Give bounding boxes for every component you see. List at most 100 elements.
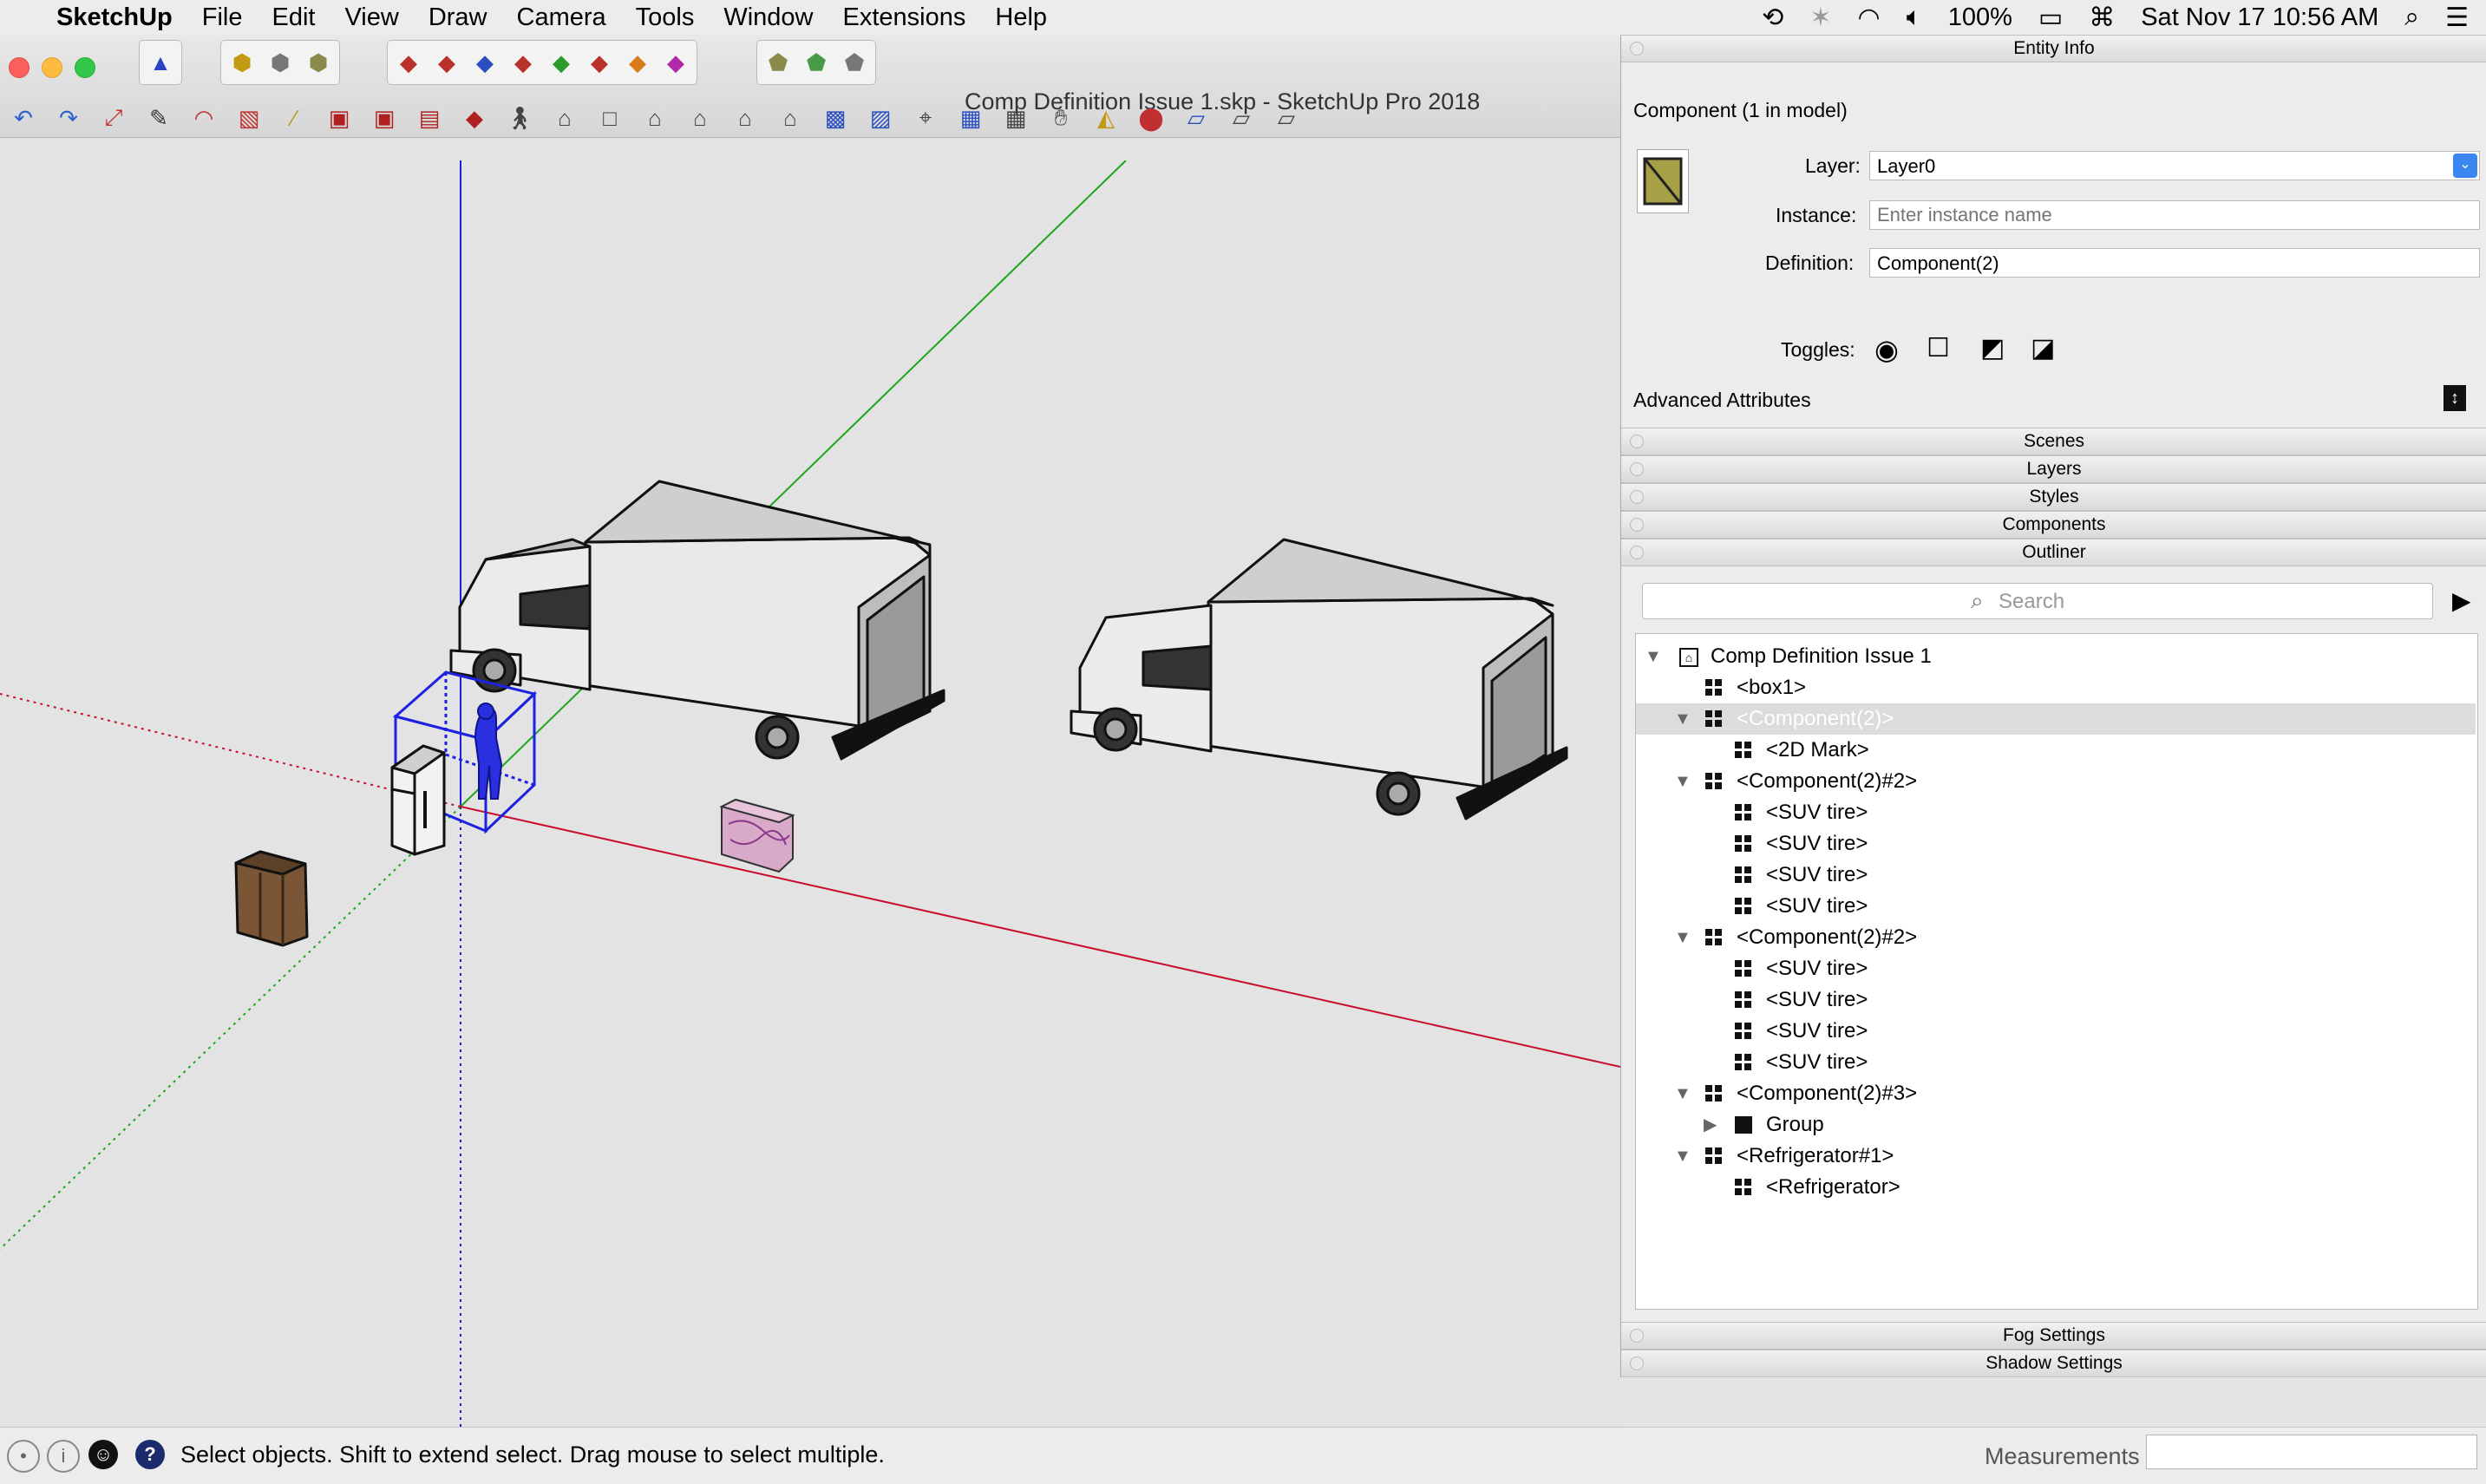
layers-tray-header[interactable]: Layers <box>1621 455 2486 483</box>
flip-edge-icon[interactable]: ◆ <box>620 45 655 80</box>
battery-icon[interactable]: ▭ <box>2038 3 2063 33</box>
view-front-icon[interactable]: ⌂ <box>638 101 671 134</box>
outliner-row[interactable]: <Refrigerator> <box>1636 1172 2476 1203</box>
outliner-row[interactable]: ▼ <Component(2)#2> <box>1636 766 2476 797</box>
3d-warehouse-icon[interactable]: ⬟ <box>761 45 795 80</box>
outliner-row[interactable]: ▶ Group <box>1636 1109 2476 1141</box>
outliner-row[interactable]: <SUV tire> <box>1636 1047 2476 1078</box>
model-viewport[interactable] <box>0 160 1620 1427</box>
clock[interactable]: Sat Nov 17 10:56 AM <box>2141 3 2378 32</box>
menu-draw[interactable]: Draw <box>414 0 502 35</box>
cabinet-component[interactable] <box>234 850 309 947</box>
stamp-icon[interactable]: ◆ <box>506 45 540 80</box>
instructor-help-icon[interactable]: ? <box>135 1440 165 1469</box>
section-display-icon[interactable]: ▦ <box>954 101 987 134</box>
expand-advanced-icon[interactable]: ↕ <box>2443 385 2466 411</box>
outliner-row[interactable]: <SUV tire> <box>1636 860 2476 891</box>
menu-tools[interactable]: Tools <box>621 0 710 35</box>
walk-icon[interactable]: 🚶︎ <box>503 101 536 134</box>
zoom-extents-icon[interactable]: ⤢ <box>97 101 130 134</box>
components-tray-header[interactable]: Components <box>1621 511 2486 539</box>
section-cut-icon[interactable]: ▦ <box>999 101 1032 134</box>
battery-percent[interactable]: 100% <box>1948 3 2012 32</box>
minimize-window-button[interactable] <box>42 57 62 78</box>
drape-icon[interactable]: ◆ <box>544 45 579 80</box>
view-top-icon[interactable]: □ <box>593 101 626 134</box>
outliner-row[interactable]: <SUV tire> <box>1636 1016 2476 1047</box>
collapsed-triangle-icon[interactable]: ▶ <box>1704 1109 1717 1141</box>
credits-icon[interactable]: i <box>47 1440 80 1473</box>
scenes-tray-header[interactable]: Scenes <box>1621 428 2486 455</box>
cast-shadows-icon[interactable]: ◪ <box>2031 333 2055 363</box>
outliner-row[interactable]: <SUV tire> <box>1636 953 2476 984</box>
style-shaded-icon[interactable]: ▱ <box>1270 101 1303 134</box>
outliner-row[interactable]: ▼ <Component(2)#3> <box>1636 1078 2476 1109</box>
app-menu[interactable]: SketchUp <box>42 0 187 35</box>
push-pull-icon[interactable]: ▣ <box>323 101 356 134</box>
sandbox-extra-icon[interactable]: ◆ <box>658 45 693 80</box>
expanded-triangle-icon[interactable]: ▼ <box>1645 641 1662 672</box>
outliner-search[interactable]: ⌕ Search <box>1642 583 2433 619</box>
outliner-row[interactable]: ▼ <Refrigerator#1> <box>1636 1141 2476 1172</box>
truck-2[interactable] <box>1070 538 1568 820</box>
menu-edit[interactable]: Edit <box>258 0 330 35</box>
spotlight-search-icon[interactable]: ⌕ <box>2404 3 2419 32</box>
keyboard-icon[interactable]: ⌘ <box>2089 3 2115 33</box>
outliner-row[interactable]: <SUV tire> <box>1636 828 2476 860</box>
eraser-icon[interactable]: ⬢ <box>301 45 336 80</box>
zoom-window-button[interactable] <box>75 57 95 78</box>
outliner-row[interactable]: ▼ ⌂ Comp Definition Issue 1 <box>1636 641 2476 672</box>
outliner-row[interactable]: ▼ <Component(2)> <box>1636 703 2476 735</box>
geo-location-icon[interactable]: • <box>7 1440 40 1473</box>
truck-1[interactable] <box>449 480 945 761</box>
refrigerator[interactable] <box>390 744 446 856</box>
view-right-icon[interactable]: ⌂ <box>684 101 716 134</box>
hand-icon[interactable]: ✋︎ <box>1044 101 1077 134</box>
entity-info-header[interactable]: Entity Info <box>1621 35 2486 62</box>
outliner-tray-header[interactable]: Outliner <box>1621 539 2486 566</box>
measurements-input[interactable] <box>2146 1435 2477 1469</box>
outliner-row[interactable]: <SUV tire> <box>1636 984 2476 1016</box>
view-back-icon[interactable]: ⌂ <box>729 101 762 134</box>
select-tool-icon[interactable]: ▲ <box>143 45 178 80</box>
menu-extensions[interactable]: Extensions <box>828 0 981 35</box>
close-window-button[interactable] <box>9 57 29 78</box>
menu-help[interactable]: Help <box>980 0 1062 35</box>
outliner-row[interactable]: <2D Mark> <box>1636 735 2476 766</box>
outliner-row[interactable]: <SUV tire> <box>1636 891 2476 922</box>
expanded-triangle-icon[interactable]: ▼ <box>1674 922 1691 953</box>
instance-input[interactable] <box>1869 200 2480 230</box>
account-icon[interactable]: ☺ <box>88 1440 118 1469</box>
time-machine-icon[interactable]: ⟲ <box>1762 3 1783 33</box>
menu-camera[interactable]: Camera <box>502 0 621 35</box>
receive-shadows-icon[interactable]: ◩ <box>1980 333 2005 363</box>
outliner-tree[interactable]: ▼ ⌂ Comp Definition Issue 1 <box1> ▼ <Compone… <box>1635 633 2478 1310</box>
section-plane-icon[interactable]: ⌖ <box>909 101 942 134</box>
menu-window[interactable]: Window <box>709 0 828 35</box>
expanded-triangle-icon[interactable]: ▼ <box>1674 1141 1691 1172</box>
expanded-triangle-icon[interactable]: ▼ <box>1674 766 1691 797</box>
box1-component[interactable] <box>719 798 795 873</box>
arc-icon[interactable]: ◠ <box>187 101 220 134</box>
pencil-icon[interactable]: ✎ <box>142 101 175 134</box>
layer-select[interactable]: Layer0 ⌄ <box>1869 151 2480 180</box>
share-component-icon[interactable]: ⬟ <box>799 45 834 80</box>
menu-file[interactable]: File <box>187 0 258 35</box>
lock-toggle-icon[interactable]: ☐ <box>1927 333 1950 363</box>
paint-bucket-icon[interactable]: ⬢ <box>263 45 298 80</box>
shadow-settings-tray-header[interactable]: Shadow Settings <box>1621 1350 2486 1377</box>
extension-warehouse-icon[interactable]: ⬟ <box>837 45 872 80</box>
undo-icon[interactable]: ↶ <box>7 101 40 134</box>
sandbox-from-contours-icon[interactable]: ◆ <box>391 45 426 80</box>
add-detail-icon[interactable]: ◆ <box>582 45 617 80</box>
scene-drawing[interactable] <box>0 160 1620 1427</box>
make-component-icon[interactable]: ⬢ <box>225 45 259 80</box>
expanded-triangle-icon[interactable]: ▼ <box>1674 1078 1691 1109</box>
outliner-row[interactable]: <SUV tire> <box>1636 797 2476 828</box>
view-left-icon[interactable]: ⌂ <box>774 101 807 134</box>
ruby-console-icon[interactable]: ⬤ <box>1135 101 1168 134</box>
mirror-icon[interactable]: ◭ <box>1089 101 1122 134</box>
shapes-icon[interactable]: ▧ <box>232 101 265 134</box>
sandbox-from-scratch-icon[interactable]: ◆ <box>429 45 464 80</box>
tape-measure-icon[interactable]: ∕ <box>278 101 311 134</box>
